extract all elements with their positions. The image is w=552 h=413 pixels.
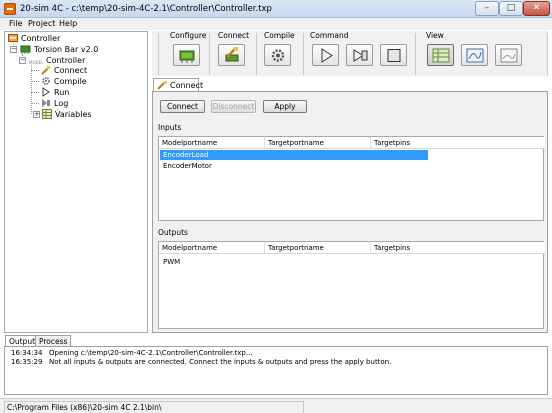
outputs-table: Modelportname Targetportname Targetpins … — [158, 241, 545, 329]
configure-button[interactable] — [173, 44, 200, 66]
table-row[interactable]: EncoderMotor — [160, 161, 428, 171]
project-tree: Controller − Torsion Bar v2.0 − MODEL Co… — [4, 31, 148, 333]
menu-project[interactable]: Project — [26, 18, 57, 30]
toolbar-group-configure: Configure — [170, 31, 207, 40]
log-message: Not all inputs & outputs are connected. … — [49, 358, 392, 366]
connect-icon — [41, 65, 51, 75]
table-row[interactable]: PWM — [160, 257, 428, 267]
status-bar: C:\Program Files (x86)\20-sim 4C 2.1\bin… — [0, 398, 552, 413]
menu-file[interactable]: File — [7, 18, 24, 30]
tree-label-root: Controller — [21, 34, 61, 43]
run-button[interactable] — [312, 44, 339, 66]
gear-icon — [271, 49, 285, 62]
tree-item-target[interactable]: − Torsion Bar v2.0 — [10, 44, 130, 55]
column-header[interactable]: Targetportname — [265, 242, 371, 254]
expand-icon[interactable]: + — [33, 111, 40, 118]
tree-item-root[interactable]: Controller — [8, 33, 108, 44]
log-message: Opening c:\temp\20-sim-4C-2.1\Controller… — [49, 349, 253, 357]
column-header[interactable]: Modelportname — [159, 137, 265, 149]
outputs-label: Outputs — [158, 228, 188, 237]
maximize-button[interactable]: □ — [499, 1, 523, 16]
tree-label-run: Run — [54, 88, 70, 97]
play-icon — [321, 48, 333, 63]
apply-button[interactable]: Apply — [263, 100, 307, 113]
monitor-icon — [500, 48, 518, 63]
toolbar-group-view: View — [426, 31, 444, 40]
toolbar: Configure Connect Compile Command View — [152, 31, 548, 76]
connect-button[interactable]: Connect — [160, 100, 205, 113]
view-monitor-button[interactable] — [495, 44, 522, 66]
model-icon: MODEL — [29, 60, 44, 65]
project-icon — [8, 33, 18, 43]
collapse-icon[interactable]: − — [10, 46, 17, 53]
inputs-label: Inputs — [158, 123, 182, 132]
column-header[interactable]: Modelportname — [159, 242, 265, 254]
app-icon — [4, 3, 16, 15]
tree-item-compile[interactable]: Compile — [41, 76, 121, 87]
toolbar-group-command: Command — [310, 31, 349, 40]
inputs-table: Modelportname Targetportname Targetpins … — [158, 136, 545, 221]
view-variables-button[interactable] — [427, 44, 454, 66]
tree-item-variables[interactable]: + Variables — [33, 109, 123, 120]
tree-item-connect[interactable]: Connect — [41, 65, 121, 76]
play-log-icon — [353, 49, 368, 62]
tab-connect[interactable]: Connect — [153, 78, 203, 92]
tab-connect-label: Connect — [170, 81, 204, 90]
log-icon — [41, 98, 51, 108]
view-plot-button[interactable] — [461, 44, 488, 66]
log-time: 16:34:34 — [11, 349, 43, 357]
title-bar: 20-sim 4C - c:\temp\20-sim-4C-2.1\Contro… — [0, 0, 552, 18]
stop-button[interactable] — [380, 44, 407, 66]
run-log-button[interactable] — [346, 44, 373, 66]
minimize-button[interactable]: – — [475, 1, 499, 16]
connect-toolbar-button[interactable] — [218, 44, 245, 66]
table-row[interactable]: EncoderLoad — [160, 150, 428, 160]
gear-icon — [41, 76, 51, 86]
disconnect-button[interactable]: Disconnect — [211, 100, 256, 113]
log-time: 16:35:29 — [11, 358, 43, 366]
plug-icon — [225, 47, 239, 62]
column-header[interactable]: Targetpins — [371, 137, 545, 149]
play-icon — [41, 87, 51, 97]
variables-icon — [42, 109, 52, 119]
close-button[interactable]: ✕ — [523, 1, 550, 16]
tree-label-variables: Variables — [55, 110, 92, 119]
chip-icon — [179, 50, 195, 63]
tree-label-connect: Connect — [54, 66, 88, 75]
column-header[interactable]: Targetportname — [265, 137, 371, 149]
window-title: 20-sim 4C - c:\temp\20-sim-4C-2.1\Contro… — [20, 4, 272, 14]
target-chip-icon — [20, 44, 31, 54]
toolbar-group-compile: Compile — [264, 31, 295, 40]
toolbar-group-connect: Connect — [218, 31, 250, 40]
menu-bar: File Project Help — [0, 18, 552, 30]
column-header[interactable]: Targetpins — [371, 242, 545, 254]
output-log: 16:34:34 Opening c:\temp\20-sim-4C-2.1\C… — [4, 346, 548, 395]
plot-icon — [466, 48, 484, 63]
stop-icon — [387, 49, 401, 62]
status-path: C:\Program Files (x86)\20-sim 4C 2.1\bin… — [4, 401, 304, 413]
connect-panel: Connect Disconnect Apply Inputs Modelpor… — [152, 91, 548, 333]
table-icon — [432, 48, 450, 63]
compile-toolbar-button[interactable] — [264, 44, 291, 66]
tree-label-log: Log — [54, 99, 69, 108]
tree-label-target: Torsion Bar v2.0 — [34, 45, 99, 54]
tree-label-compile: Compile — [54, 77, 87, 86]
connect-icon — [157, 81, 167, 90]
content-tabs: Connect — [152, 78, 548, 92]
tree-item-run[interactable]: Run — [41, 87, 121, 98]
collapse-icon[interactable]: − — [19, 57, 26, 64]
menu-help[interactable]: Help — [57, 18, 79, 30]
tree-item-log[interactable]: Log — [41, 98, 121, 109]
